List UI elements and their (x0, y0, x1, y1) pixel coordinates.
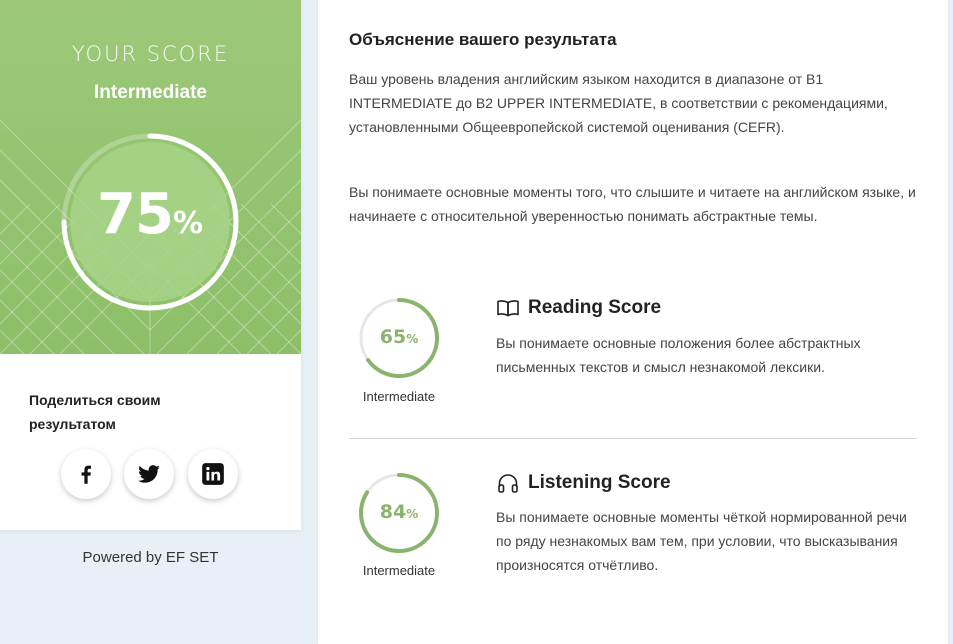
overall-level: Intermediate (94, 82, 207, 103)
facebook-icon (81, 465, 91, 484)
listening-level: Intermediate (362, 563, 436, 578)
overall-score-value: 75% (58, 182, 242, 247)
listening-title: Listening Score (528, 472, 671, 493)
listening-score-number: 84 (379, 501, 407, 523)
listening-score-unit: % (406, 507, 419, 521)
listening-description: Вы понимаете основные моменты чёткой нор… (496, 509, 907, 573)
reading-heading: Reading Score (496, 296, 661, 320)
twitter-icon (138, 465, 160, 483)
reading-score-unit: % (406, 332, 419, 346)
reading-title: Reading Score (528, 297, 662, 318)
facebook-share-button[interactable] (61, 449, 111, 499)
overall-score-unit: % (172, 206, 203, 241)
explanation-card: Объяснение вашего результата Ваш уровень… (318, 0, 948, 644)
explanation-title: Объяснение вашего результата (349, 30, 617, 49)
explanation-paragraph-1: Ваш уровень владения английским языком н… (349, 71, 888, 135)
reading-score-number: 65 (379, 326, 407, 348)
score-panel: YOUR SCORE Intermediate 75% (0, 0, 301, 354)
headphones-icon (498, 474, 518, 493)
share-title: Поделиться своим результатом (29, 392, 161, 432)
twitter-share-button[interactable] (124, 449, 174, 499)
explanation-paragraph-2: Вы понимаете основные моменты того, что … (349, 184, 916, 224)
linkedin-icon (202, 463, 224, 485)
section-divider (349, 438, 917, 439)
listening-heading: Listening Score (496, 471, 671, 495)
score-card: YOUR SCORE Intermediate 75% Поделиться с… (0, 0, 301, 530)
your-score-heading: YOUR SCORE (71, 42, 230, 66)
reading-level: Intermediate (362, 389, 436, 404)
reading-description: Вы понимаете основные положения более аб… (496, 335, 861, 375)
overall-score-number: 75 (97, 182, 174, 247)
linkedin-share-button[interactable] (188, 449, 238, 499)
book-icon (497, 300, 519, 317)
powered-by: Powered by EF SET (82, 549, 219, 566)
reading-score-value: 65% (358, 326, 440, 348)
listening-score-value: 84% (358, 501, 440, 523)
